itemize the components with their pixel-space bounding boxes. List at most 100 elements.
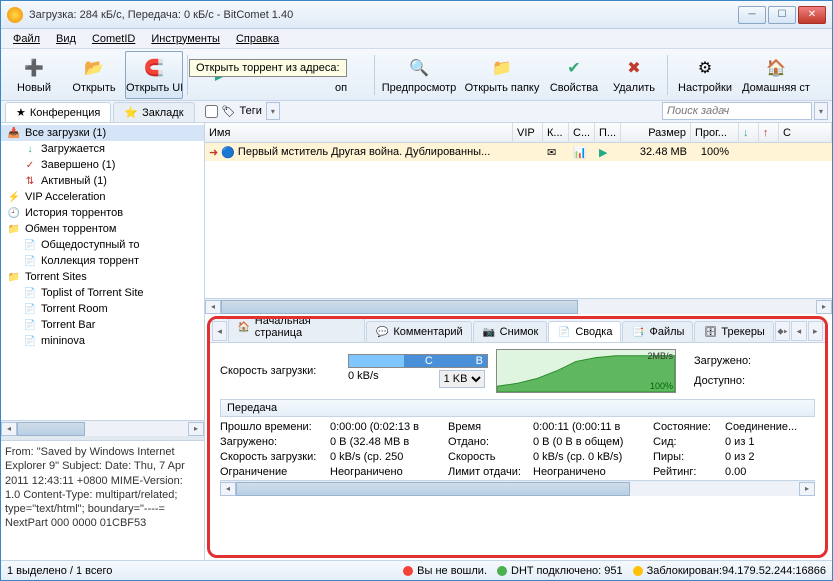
tree-item[interactable]: 📁Обмен торрентом	[1, 221, 204, 237]
magnet-icon: 🧲	[142, 56, 166, 80]
menu-help[interactable]: Справка	[230, 31, 285, 47]
dtab-snapshot[interactable]: 📷Снимок	[473, 321, 548, 342]
folder-open-icon: 📂	[82, 56, 106, 80]
tree-item[interactable]: 🕘 История торрентов	[1, 205, 204, 221]
stat-cell: Скорость	[448, 451, 533, 463]
tool-preview[interactable]: 🔍Предпросмотр	[379, 51, 459, 99]
tree-item[interactable]: ⚡VIP Acceleration	[1, 189, 204, 205]
dtab-files[interactable]: 📑Файлы	[622, 321, 693, 342]
tab-scroll-left2[interactable]: ◂	[791, 321, 806, 341]
detail-scrollbar[interactable]: ◂ ▸	[220, 480, 815, 496]
col-p[interactable]: П...	[595, 123, 621, 142]
tab-scroll-left[interactable]: ◂	[212, 321, 227, 341]
tree-scrollbar[interactable]: ◂ ▸	[1, 420, 204, 436]
menu-file[interactable]: Файл	[7, 31, 46, 47]
col-vip[interactable]: VIP	[513, 123, 543, 142]
tree-item[interactable]: 📁Torrent Sites	[1, 269, 204, 285]
col-progress[interactable]: Прог...	[691, 123, 739, 142]
close-button[interactable]: ✕	[798, 6, 826, 24]
window-title: Загрузка: 284 кБ/с, Передача: 0 кБ/с - B…	[29, 9, 738, 21]
speed-label: Скорость загрузки:	[220, 365, 340, 377]
menu-cometid[interactable]: CometID	[86, 31, 141, 47]
tab-scroll-right[interactable]: ▸	[808, 321, 823, 341]
green-dot-icon	[497, 566, 507, 576]
speed-slider[interactable]: СВ	[348, 354, 488, 368]
tree-item[interactable]: 📄mininova	[1, 333, 204, 349]
tool-home[interactable]: 🏠Домашняя ст	[740, 51, 812, 99]
detail-panel: ◂ 🏠Начальная страница 💬Комментарий 📷Сним…	[207, 316, 828, 558]
menu-tools[interactable]: Инструменты	[145, 31, 226, 47]
tree-label: Активный (1)	[41, 175, 107, 187]
tab-more[interactable]: ⬥▸	[775, 321, 790, 341]
speed-graph: 2MB/s 100%	[496, 349, 676, 393]
scroll-right-icon[interactable]: ▸	[188, 422, 204, 436]
tree-item[interactable]: ✓Завершено (1)	[1, 157, 204, 173]
stat-cell: 0 kB/s (ср. 250	[330, 451, 448, 463]
tree-label: История торрентов	[25, 207, 123, 219]
sidebar: 📥Все загрузки (1)↓Загружается✓Завершено …	[1, 123, 205, 560]
tree-icon: 🕘	[7, 206, 21, 220]
task-row[interactable]: ➜🔵Первый мститель Другая война. Дублиров…	[205, 143, 832, 161]
doc-icon: 📄	[557, 325, 571, 339]
speed-limit-select[interactable]: 1 KB	[439, 370, 485, 388]
col-name[interactable]: Имя	[205, 123, 513, 142]
folder-icon: 📁	[490, 56, 514, 80]
tool-properties[interactable]: ✔Свойства	[545, 51, 603, 99]
dtab-comments[interactable]: 💬Комментарий	[366, 321, 471, 342]
menu-view[interactable]: Вид	[50, 31, 82, 47]
col-up[interactable]: ↑	[759, 123, 779, 142]
tree-item[interactable]: ⇅Активный (1)	[1, 173, 204, 189]
task-list: ➜🔵Первый мститель Другая война. Дублиров…	[205, 143, 832, 298]
tags-dropdown[interactable]: ▾	[266, 102, 280, 120]
tool-open-folder[interactable]: 📁Открыть папку	[461, 51, 543, 99]
tab-bookmarks[interactable]: ⭐Закладк	[113, 102, 194, 122]
scroll-right-icon[interactable]: ▸	[816, 300, 832, 314]
maximize-button[interactable]: ☐	[768, 6, 796, 24]
torrent-icon: 🔵	[221, 146, 235, 159]
scroll-left-icon[interactable]: ◂	[1, 422, 17, 436]
tree-item[interactable]: ↓Загружается	[1, 141, 204, 157]
dtab-trackers[interactable]: 🗄Трекеры	[694, 321, 773, 342]
stat-cell: 0 kB/s (ср. 0 kB/s)	[533, 451, 653, 463]
statusbar: 1 выделено / 1 всего Вы не вошли. DHT по…	[1, 560, 832, 580]
status-login: Вы не вошли.	[417, 565, 487, 577]
scroll-left-icon[interactable]: ◂	[205, 300, 221, 314]
tree-item[interactable]: 📄Toplist of Torrent Site	[1, 285, 204, 301]
tree-item[interactable]: 📄Коллекция торрент	[1, 253, 204, 269]
col-down[interactable]: ↓	[739, 123, 759, 142]
tool-settings[interactable]: ⚙Настройки	[672, 51, 738, 99]
search-dropdown[interactable]: ▾	[814, 102, 828, 120]
col-size[interactable]: Размер	[621, 123, 691, 142]
tool-delete[interactable]: ✖Удалить	[605, 51, 663, 99]
status-blocked: Заблокирован:94.179.52.244:16866	[647, 565, 826, 577]
tree-item[interactable]: 📄Torrent Room	[1, 301, 204, 317]
home-icon: 🏠	[237, 320, 250, 334]
sidebar-tabs: ★Конференция ⭐Закладк 🏷 Теги ▾ ▾	[1, 101, 832, 123]
dtab-homepage[interactable]: 🏠Начальная страница	[228, 316, 365, 342]
tool-open-url[interactable]: 🧲Открыть UR	[125, 51, 183, 99]
tree-label: Загружается	[41, 143, 105, 155]
tool-open[interactable]: 📂Открыть	[65, 51, 123, 99]
stat-cell: Ограничение	[220, 466, 330, 478]
scroll-right-icon[interactable]: ▸	[799, 482, 815, 496]
menubar: Файл Вид CometID Инструменты Справка	[1, 29, 832, 49]
tree-item[interactable]: 📄Torrent Bar	[1, 317, 204, 333]
col-c[interactable]: С...	[569, 123, 595, 142]
col-k[interactable]: К...	[543, 123, 569, 142]
col-s[interactable]: С	[779, 123, 832, 142]
list-scrollbar[interactable]: ◂ ▸	[205, 298, 832, 314]
tab-conference[interactable]: ★Конференция	[5, 102, 111, 122]
tool-new[interactable]: ➕Новый	[5, 51, 63, 99]
tree-item[interactable]: 📄Общедоступный то	[1, 237, 204, 253]
files-icon: 📑	[631, 325, 645, 339]
tree-label: Общедоступный то	[41, 239, 140, 251]
search-input[interactable]	[662, 102, 812, 120]
tree-label: mininova	[41, 335, 85, 347]
tags-checkbox[interactable]	[205, 105, 218, 118]
tree-item[interactable]: 📥Все загрузки (1)	[1, 125, 204, 141]
chart-icon: 📊	[573, 146, 587, 159]
scroll-left-icon[interactable]: ◂	[220, 482, 236, 496]
dtab-summary[interactable]: 📄Сводка	[548, 321, 621, 342]
stat-cell: Соединение...	[725, 421, 815, 433]
minimize-button[interactable]: ─	[738, 6, 766, 24]
